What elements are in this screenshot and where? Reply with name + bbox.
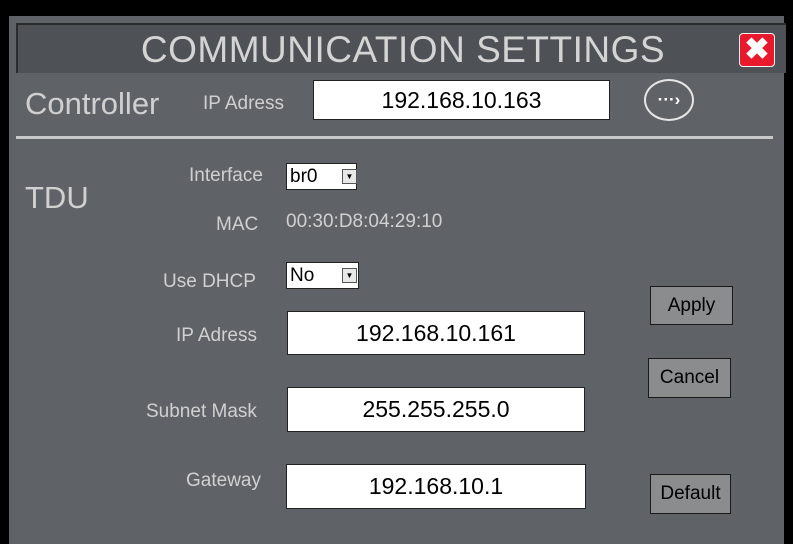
dhcp-select[interactable]: No ▼ — [286, 262, 359, 289]
default-button[interactable]: Default — [650, 474, 731, 514]
close-icon: ✖ — [744, 33, 770, 66]
gateway-field[interactable]: 192.168.10.1 — [286, 464, 586, 509]
mac-value: 00:30:D8:04:29:10 — [286, 211, 443, 232]
controller-ip-field[interactable]: 192.168.10.163 — [313, 80, 610, 120]
subnet-field[interactable]: 255.255.255.0 — [287, 387, 585, 432]
interface-label: Interface — [189, 165, 263, 186]
cancel-button[interactable]: Cancel — [648, 358, 731, 398]
close-button[interactable]: ✖ — [739, 33, 775, 67]
tdu-heading: TDU — [25, 180, 89, 215]
chevron-down-icon: ▼ — [342, 268, 357, 283]
dhcp-value: No — [290, 265, 315, 286]
connect-button[interactable]: ···› — [644, 79, 694, 121]
dhcp-label: Use DHCP — [163, 271, 256, 292]
dotted-arrow-icon: ···› — [657, 90, 681, 109]
controller-ip-label: IP Adress — [203, 93, 284, 114]
subnet-label: Subnet Mask — [146, 401, 257, 422]
window-title: COMMUNICATION SETTINGS — [140, 29, 666, 70]
mac-label: MAC — [216, 214, 259, 235]
chevron-down-icon: ▼ — [342, 169, 357, 184]
tdu-ip-label: IP Adress — [176, 325, 257, 346]
section-divider — [16, 136, 773, 139]
interface-value: br0 — [290, 166, 318, 187]
controller-heading: Controller — [25, 86, 160, 121]
interface-select[interactable]: br0 ▼ — [286, 163, 357, 190]
title-bar: COMMUNICATION SETTINGS — [16, 23, 786, 73]
gateway-label: Gateway — [186, 470, 261, 491]
apply-button[interactable]: Apply — [650, 286, 733, 325]
tdu-ip-field[interactable]: 192.168.10.161 — [287, 311, 585, 355]
